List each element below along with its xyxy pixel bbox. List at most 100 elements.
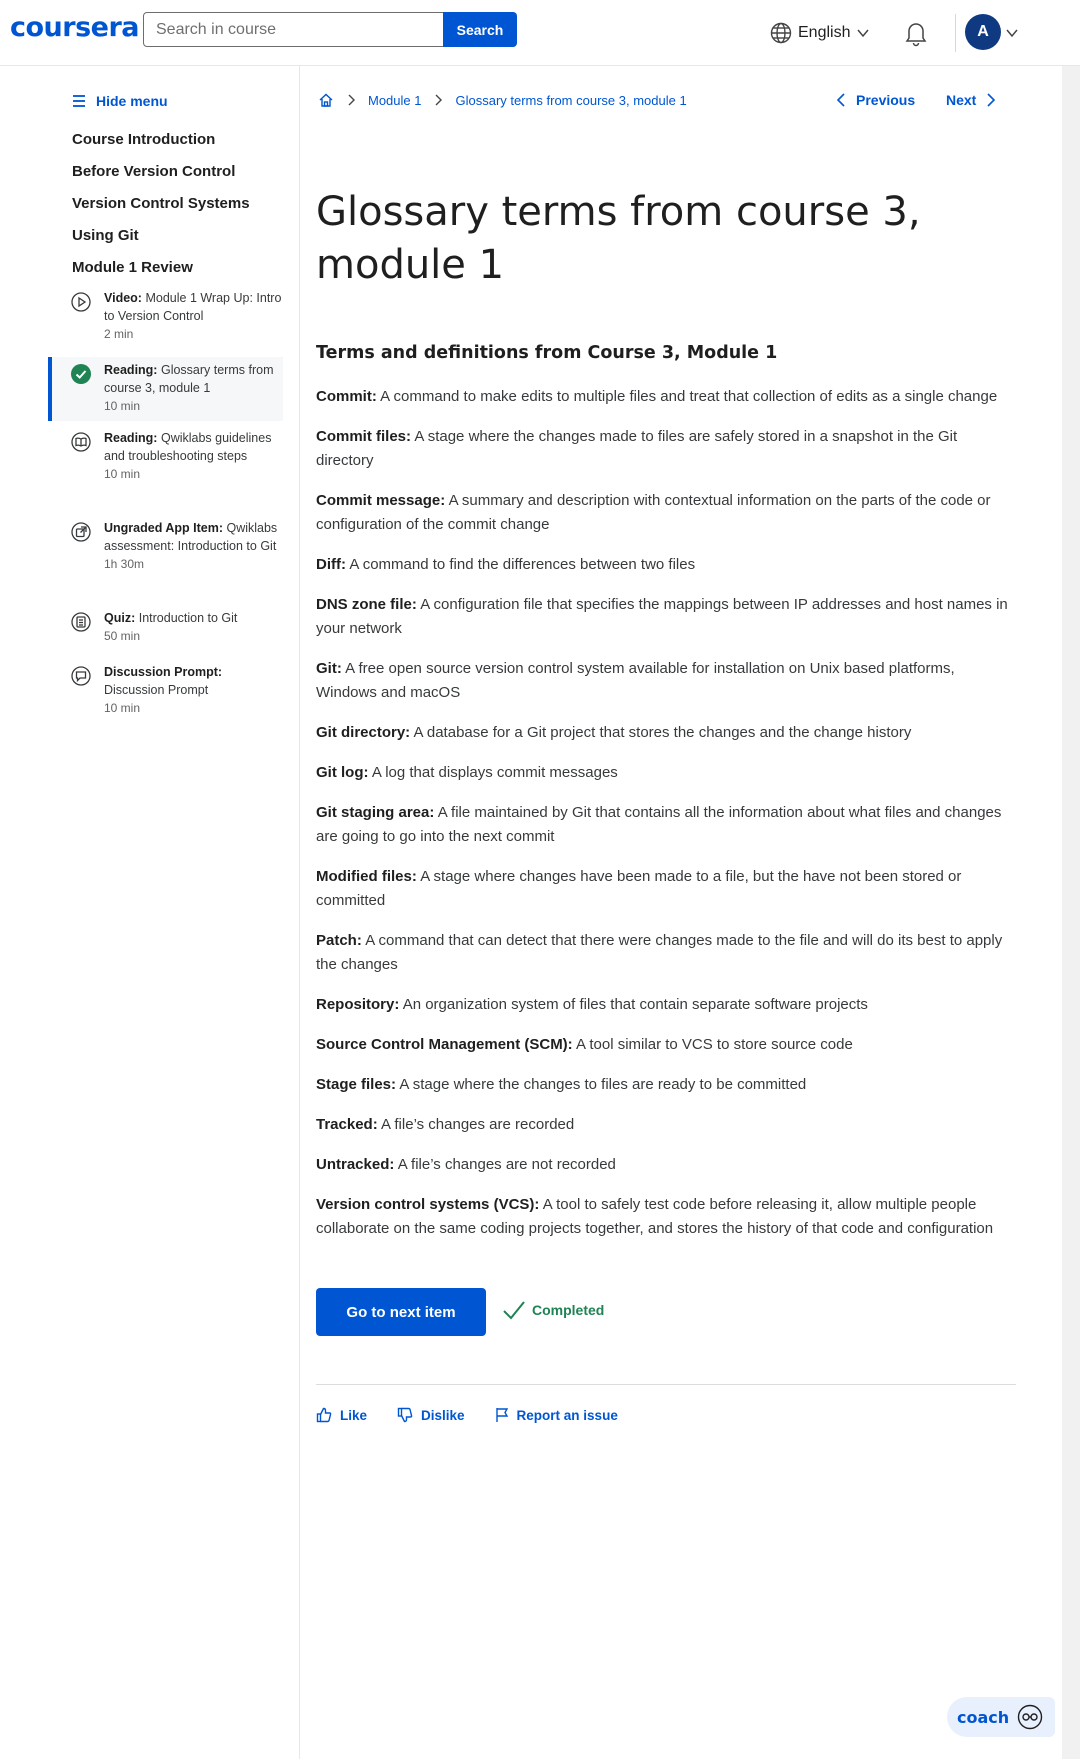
term-name: Git log:: [316, 764, 369, 781]
glossary-term: Commit files: A stage where the changes …: [316, 425, 1016, 473]
glossary-term: Version control systems (VCS): A tool to…: [316, 1193, 1016, 1241]
sidebar-item-discussion-prompt[interactable]: Discussion Prompt: Discussion Prompt 10 …: [48, 663, 283, 721]
search-input[interactable]: [143, 12, 444, 47]
term-definition: A command to find the differences betwee…: [349, 556, 696, 573]
item-title: Introduction to Git: [138, 611, 238, 625]
dislike-label: Dislike: [421, 1407, 465, 1423]
term-name: Version control systems (VCS):: [316, 1196, 540, 1213]
term-definition: A file’s changes are not recorded: [397, 1156, 616, 1173]
breadcrumb: Module 1 Glossary terms from course 3, m…: [318, 92, 687, 108]
external-link-icon: [71, 522, 91, 542]
term-definition: A command that can detect that there wer…: [316, 932, 1003, 973]
term-name: Git staging area:: [316, 804, 435, 821]
sidebar-item-video-wrap-up[interactable]: Video: Module 1 Wrap Up: Intro to Versio…: [48, 289, 283, 347]
term-definition: A file’s changes are recorded: [381, 1116, 575, 1133]
glossary-term: Modified files: A stage where changes ha…: [316, 865, 1016, 913]
term-definition: A command to make edits to multiple file…: [380, 388, 998, 405]
coach-button[interactable]: coach: [947, 1697, 1055, 1737]
quiz-icon: [71, 612, 91, 632]
item-type: Reading:: [104, 431, 158, 445]
term-name: Tracked:: [316, 1116, 378, 1133]
term-definition: A configuration file that specifies the …: [316, 596, 1008, 637]
sidebar-section-version-control-systems[interactable]: Version Control Systems: [72, 195, 250, 212]
hamburger-icon: [73, 95, 85, 107]
term-name: Untracked:: [316, 1156, 395, 1173]
go-to-next-item-button[interactable]: Go to next item: [316, 1288, 486, 1336]
section-heading: Terms and definitions from Course 3, Mod…: [316, 343, 778, 363]
chevron-down-icon[interactable]: [1005, 26, 1019, 40]
breadcrumb-module[interactable]: Module 1: [368, 93, 421, 108]
flag-icon: [495, 1408, 508, 1422]
glossary-term: Stage files: A stage where the changes t…: [316, 1073, 1016, 1097]
sidebar-item-reading-qwiklabs[interactable]: Reading: Qwiklabs guidelines and trouble…: [48, 429, 283, 501]
term-name: Diff:: [316, 556, 346, 573]
next-link[interactable]: Next: [946, 92, 996, 108]
sidebar-section-course-introduction[interactable]: Course Introduction: [72, 131, 215, 148]
owl-icon: [1017, 1704, 1043, 1730]
glossary-term: Git log: A log that displays commit mess…: [316, 761, 1016, 785]
checkmark-icon: [503, 1301, 525, 1320]
like-button[interactable]: Like: [316, 1407, 367, 1423]
sidebar-item-quiz[interactable]: Quiz: Introduction to Git 50 min: [48, 609, 283, 649]
term-name: Repository:: [316, 996, 400, 1013]
sidebar-item-ungraded-app[interactable]: Ungraded App Item: Qwiklabs assessment: …: [48, 519, 283, 591]
home-icon[interactable]: [318, 92, 334, 108]
term-name: Git directory:: [316, 724, 411, 741]
term-definition: A tool similar to VCS to store source co…: [576, 1036, 853, 1053]
item-title: Discussion Prompt: [104, 683, 209, 697]
item-type: Quiz:: [104, 611, 136, 625]
item-duration: 1h 30m: [104, 557, 145, 571]
glossary-list: Commit: A command to make edits to multi…: [316, 385, 1016, 1257]
glossary-term: Git staging area: A file maintained by G…: [316, 801, 1016, 849]
item-duration: 10 min: [104, 467, 141, 481]
next-label: Next: [946, 92, 977, 108]
glossary-term: Repository: An organization system of fi…: [316, 993, 1016, 1017]
language-label: English: [798, 24, 851, 41]
language-selector[interactable]: English: [770, 20, 870, 46]
term-name: Commit:: [316, 388, 377, 405]
page-title: Glossary terms from course 3, module 1: [316, 189, 921, 288]
book-icon: [71, 432, 91, 452]
term-definition: A stage where the changes to files are r…: [399, 1076, 807, 1093]
term-definition: A database for a Git project that stores…: [413, 724, 912, 741]
sidebar-item-reading-glossary[interactable]: Reading: Glossary terms from course 3, m…: [48, 357, 283, 421]
sidebar-section-using-git[interactable]: Using Git: [72, 227, 139, 244]
item-type: Reading:: [104, 363, 158, 377]
previous-link[interactable]: Previous: [836, 92, 915, 108]
sidebar-section-before-version-control[interactable]: Before Version Control: [72, 163, 235, 180]
hide-menu-button[interactable]: Hide menu: [72, 93, 168, 109]
globe-icon: [770, 22, 792, 44]
chevron-left-icon: [836, 93, 845, 107]
glossary-term: Commit: A command to make edits to multi…: [316, 385, 1016, 409]
scrollbar[interactable]: [1062, 66, 1080, 1759]
glossary-term: Source Control Management (SCM): A tool …: [316, 1033, 1016, 1057]
completed-label: Completed: [532, 1302, 605, 1318]
check-circle-icon: [71, 364, 91, 384]
like-label: Like: [340, 1407, 368, 1423]
coursera-logo[interactable]: coursera: [10, 12, 140, 43]
term-definition: A free open source version control syste…: [316, 660, 955, 701]
search-button[interactable]: Search: [443, 12, 517, 47]
breadcrumb-current[interactable]: Glossary terms from course 3, module 1: [455, 93, 686, 108]
bell-icon[interactable]: [903, 19, 929, 47]
report-issue-button[interactable]: Report an issue: [495, 1407, 618, 1423]
previous-label: Previous: [856, 92, 916, 108]
glossary-term: Git directory: A database for a Git proj…: [316, 721, 1016, 745]
glossary-term: Commit message: A summary and descriptio…: [316, 489, 1016, 537]
feedback-actions: Like Dislike Report an issue: [316, 1407, 618, 1423]
item-duration: 2 min: [104, 327, 134, 341]
avatar[interactable]: A: [965, 14, 1001, 50]
divider: [316, 1384, 1016, 1385]
report-label: Report an issue: [516, 1407, 618, 1423]
dislike-button[interactable]: Dislike: [397, 1407, 465, 1423]
item-type: Video:: [104, 291, 142, 305]
glossary-term: Untracked: A file’s changes are not reco…: [316, 1153, 1016, 1177]
item-duration: 10 min: [104, 399, 141, 413]
sidebar-section-module-1-review[interactable]: Module 1 Review: [72, 259, 193, 276]
chevron-right-icon: [348, 94, 355, 106]
term-name: Stage files:: [316, 1076, 397, 1093]
item-type: Discussion Prompt:: [104, 665, 223, 679]
thumbs-up-icon: [316, 1407, 332, 1423]
chevron-right-icon: [987, 93, 996, 107]
item-type: Ungraded App Item:: [104, 521, 223, 535]
